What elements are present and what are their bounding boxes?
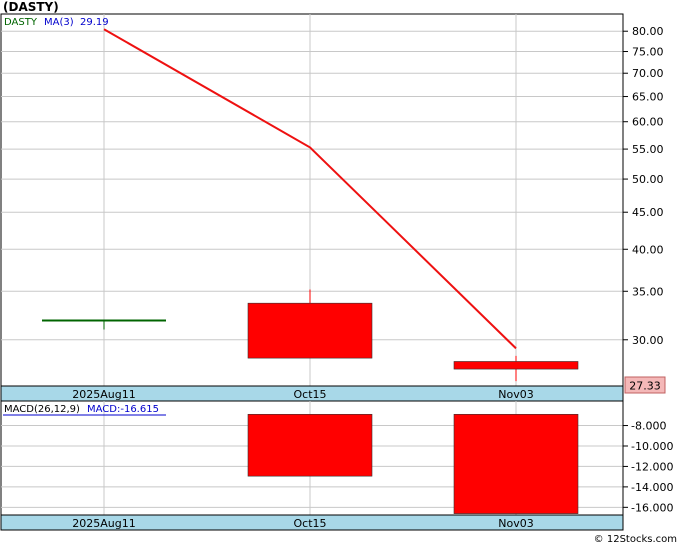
price-y-tick-label: 40.00	[632, 243, 664, 256]
macd-y-tick-label: -12.000	[631, 460, 673, 473]
legend-ma-value: 29.19	[80, 17, 109, 28]
stock-chart: 30.00 35.00 40.00 45.00 50.00 55.00 60.00 65.00…	[0, 0, 680, 546]
legend-ma-label: MA(3)	[44, 17, 74, 28]
price-y-tick-label: 30.00	[632, 334, 664, 347]
macd-legend-value: MACD:-16.615	[87, 404, 159, 415]
macd-y-tick-label: -14.000	[631, 481, 673, 494]
macd-y-tick-label: -10.000	[631, 440, 673, 453]
price-y-tick-label: 45.00	[632, 206, 664, 219]
macd-bar	[247, 413, 373, 477]
macd-y-tick-label: -8.000	[631, 420, 666, 433]
macd-date-label: Nov03	[498, 517, 533, 530]
footer-credit: © 12Stocks.com	[594, 534, 677, 545]
legend-symbol: DASTY	[4, 17, 38, 28]
price-y-tick-label: 50.00	[632, 173, 664, 186]
price-y-tick-label: 70.00	[632, 67, 664, 80]
price-y-tick-label: 75.00	[632, 46, 664, 59]
macd-legend-params: MACD(26,12,9)	[4, 404, 80, 415]
chart-title: (DASTY)	[3, 0, 59, 14]
price-date-label: Nov03	[498, 388, 533, 401]
macd-date-label: 2025Aug11	[72, 517, 135, 530]
price-y-tick-label: 80.00	[632, 25, 664, 38]
macd-bar	[453, 413, 579, 514]
macd-y-tick-label: -16.000	[631, 501, 673, 514]
macd-date-label: Oct15	[293, 517, 326, 530]
price-y-tick-label: 35.00	[632, 285, 664, 298]
price-y-tick-label: 55.00	[632, 143, 664, 156]
price-date-label: Oct15	[293, 388, 326, 401]
candle-body	[453, 361, 579, 370]
price-y-tick-label: 65.00	[632, 91, 664, 104]
price-y-tick-label: 60.00	[632, 116, 664, 129]
candle-body	[247, 302, 373, 359]
last-price-label: 27.33	[629, 380, 661, 393]
price-date-label: 2025Aug11	[72, 388, 135, 401]
